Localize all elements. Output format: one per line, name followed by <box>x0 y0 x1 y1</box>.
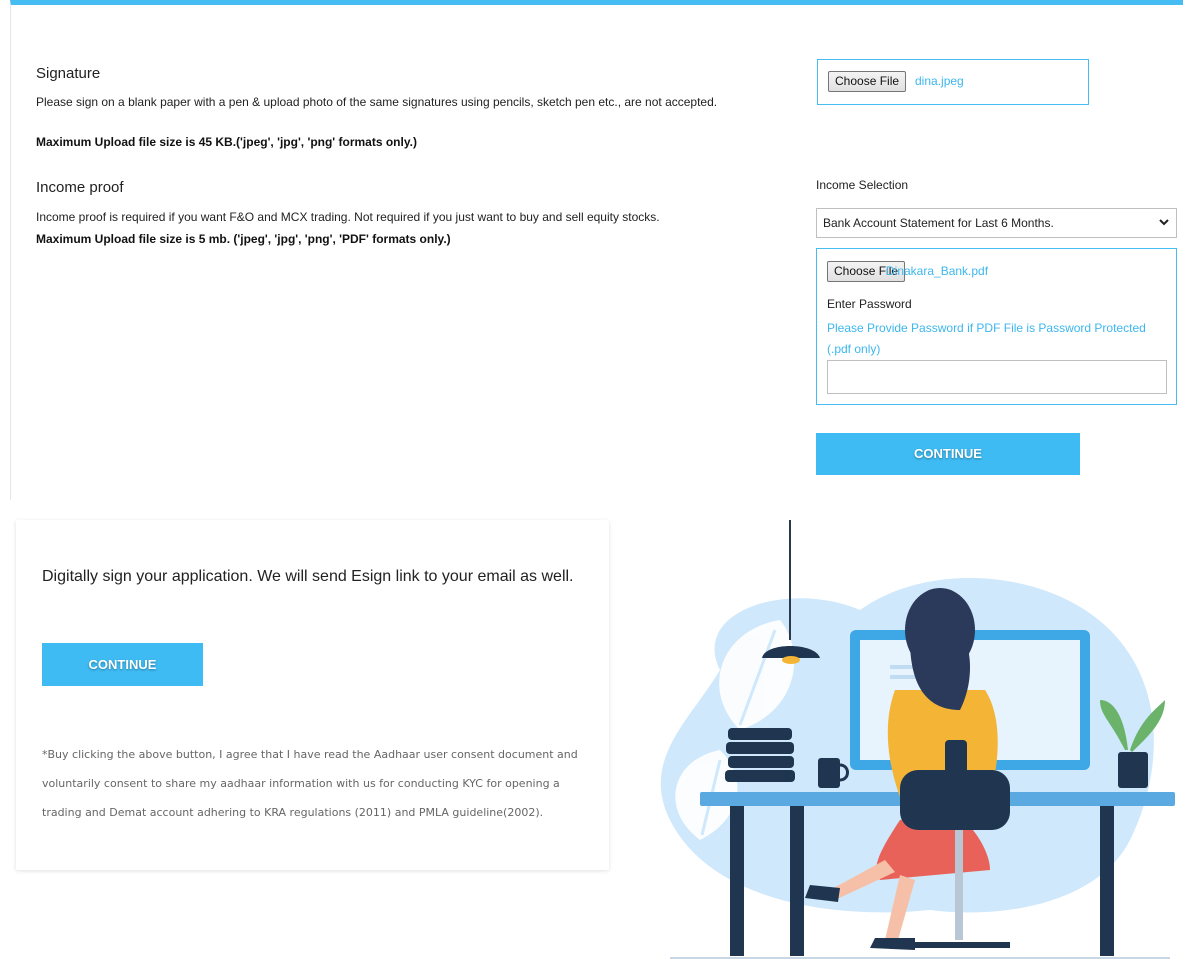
signature-choose-file-button[interactable]: Choose File <box>828 71 907 92</box>
aadhaar-consent-text: *Buy clicking the above button, I agree … <box>42 748 578 819</box>
signature-upload-box: Choose File dina.jpeg <box>817 59 1089 105</box>
signature-description: Please sign on a blank paper with a pen … <box>36 95 718 109</box>
esign-continue-button[interactable]: CONTINUE <box>42 643 203 686</box>
income-proof-title: Income proof <box>36 179 124 196</box>
income-proof-description: Income proof is required if you want F&O… <box>36 210 660 224</box>
password-input[interactable] <box>827 360 1167 394</box>
income-file-name: Dinakara_Bank.pdf <box>886 264 989 278</box>
signature-file-name: dina.jpeg <box>915 74 964 88</box>
password-hint: Please Provide Password if PDF File is P… <box>827 321 1146 356</box>
income-selection-label: Income Selection <box>816 178 909 192</box>
chevron-down-icon <box>1158 209 1170 247</box>
esign-card: Digitally sign your application. We will… <box>16 520 609 870</box>
income-continue-button[interactable]: CONTINUE <box>816 433 1080 475</box>
income-proof-size-note: Maximum Upload file size is 5 mb. ('jpeg… <box>36 232 451 246</box>
income-selection-dropdown[interactable]: Bank Account Statement for Last 6 Months… <box>816 208 1177 238</box>
income-selected-option: Bank Account Statement for Last 6 Months… <box>823 216 1054 230</box>
signature-size-note: Maximum Upload file size is 45 KB.('jpeg… <box>36 135 417 149</box>
password-label: Enter Password <box>827 297 912 311</box>
esign-description: Digitally sign your application. We will… <box>42 568 574 585</box>
signature-title: Signature <box>36 65 101 82</box>
woman-at-desk-illustration <box>660 520 1175 959</box>
workspace-illustration <box>630 520 1183 968</box>
